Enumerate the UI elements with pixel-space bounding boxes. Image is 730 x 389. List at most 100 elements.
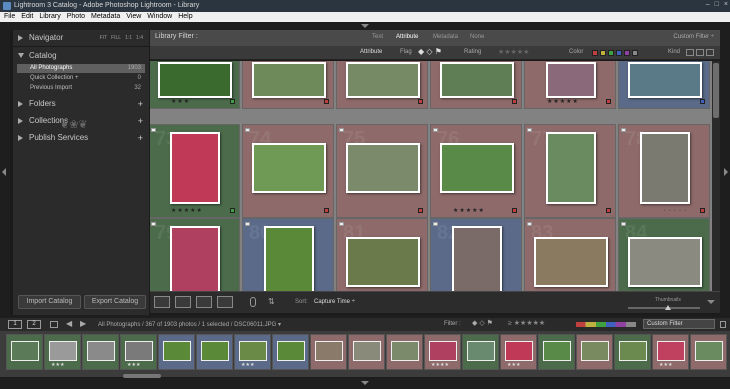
grid-cell[interactable]: 83 [524,218,616,291]
grid-cell[interactable] [336,61,428,109]
filmstrip-thumbnail[interactable] [657,341,685,361]
filmstrip-cell[interactable] [576,334,613,370]
rating-filter-stars[interactable]: ★★★★★ [498,48,529,56]
loupe-view-icon[interactable] [175,296,191,308]
photo-thumbnail[interactable] [546,132,596,204]
photo-thumbnail[interactable] [628,62,702,98]
filmstrip-cell[interactable]: ★★★ [44,334,81,370]
filmstrip-thumbnail[interactable] [429,341,457,361]
color-filter-swatches[interactable] [576,322,636,327]
zoom-fill[interactable]: FILL [111,30,121,46]
flag-icon[interactable] [527,128,532,132]
flag-icon[interactable] [433,222,438,226]
filmstrip-cell[interactable] [538,334,575,370]
grid-cell[interactable]: 77 [524,124,616,218]
grid-cell[interactable]: 76 ★★★★★ [430,124,522,218]
export-catalog-button[interactable]: Export Catalog [84,295,146,309]
compare-view-icon[interactable] [196,296,212,308]
close-button[interactable]: × [724,1,728,8]
collapse-left-icon[interactable] [2,168,6,176]
catalog-header[interactable]: Catalog [13,48,149,64]
zoom-fit[interactable]: FIT [100,30,108,46]
survey-view-icon[interactable] [217,296,233,308]
filmstrip-cell[interactable] [272,334,309,370]
filmstrip-thumbnail[interactable] [239,341,267,361]
grid-cell[interactable]: ★★★ [150,61,240,109]
filmstrip-cell[interactable]: ★★★ [234,334,271,370]
right-edge-strip[interactable] [720,30,730,315]
rating-filter-stars[interactable]: ≥ ★★★★★ [508,319,545,327]
filmstrip-cell[interactable]: ★★★★ [424,334,461,370]
filmstrip-thumbnail[interactable] [163,341,191,361]
secondary-window-button[interactable]: 2 [27,320,41,329]
color-swatch-blue[interactable] [616,50,622,56]
publish-services-header[interactable]: Publish Services + [13,130,149,146]
flag-icon[interactable] [339,128,344,132]
filmstrip-thumbnail[interactable] [277,341,305,361]
color-swatch-red[interactable] [592,50,598,56]
filmstrip-cell[interactable] [158,334,195,370]
kind-master-icon[interactable] [686,49,694,56]
bottom-panel-toggle-strip[interactable] [0,378,730,389]
grid-cell[interactable]: 81 [336,218,428,291]
grid-cell[interactable]: 80 [242,218,334,291]
grid-cell[interactable]: 73 ★★★★★ [150,124,240,218]
grid-cell[interactable]: 82 [430,218,522,291]
painter-icon[interactable] [250,297,256,307]
zoom-1-4[interactable]: 1:4 [136,30,143,46]
kind-virtual-icon[interactable] [696,49,704,56]
color-swatch-purple[interactable] [624,50,630,56]
kind-video-icon[interactable] [706,49,714,56]
filmstrip-cell[interactable] [690,334,727,370]
menu-view[interactable]: View [126,12,141,22]
flag-icon[interactable] [621,222,626,226]
filmstrip-cell[interactable] [310,334,347,370]
photo-thumbnail[interactable] [346,62,420,98]
menu-file[interactable]: File [4,12,15,22]
photo-thumbnail[interactable] [252,143,326,193]
filmstrip-cell[interactable] [386,334,423,370]
primary-window-button[interactable]: 1 [8,320,22,329]
filmstrip-cell[interactable] [82,334,119,370]
grid-cell[interactable]: 84 [618,218,710,291]
import-catalog-button[interactable]: Import Catalog [18,295,81,309]
photo-thumbnail[interactable] [158,62,232,98]
top-panel-toggle-strip[interactable] [0,22,730,30]
flag-icon[interactable] [245,128,250,132]
thumbnail-size-slider-knob[interactable] [665,305,671,310]
grid-shortcut-icon[interactable] [50,321,58,328]
grid-cell[interactable] [430,61,522,109]
grid-cell[interactable]: 74 [242,124,334,218]
menu-help[interactable]: Help [178,12,192,22]
catalog-item-all-photographs[interactable]: All Photographs 1903 [17,64,145,73]
grid-cell[interactable]: 75 [336,124,428,218]
filmstrip-thumbnail[interactable] [581,341,609,361]
menu-metadata[interactable]: Metadata [91,12,120,22]
tab-none[interactable]: None [470,34,484,40]
toolbar-menu-icon[interactable] [707,300,715,304]
filmstrip-thumbnail[interactable] [11,341,39,361]
grid-cell[interactable]: 78 • • • • • [618,124,710,218]
photo-thumbnail[interactable] [452,226,502,291]
sort-direction-icon[interactable]: ⇅ [268,297,275,306]
filter-lock-icon[interactable] [720,321,726,328]
filmstrip-cell[interactable]: ★★★ [120,334,157,370]
filmstrip-thumbnail[interactable] [125,341,153,361]
collapse-bottom-icon[interactable] [361,381,369,385]
grid-cell[interactable] [242,61,334,109]
collapse-top-icon[interactable] [361,24,369,28]
filmstrip-cell[interactable] [6,334,43,370]
photo-thumbnail[interactable] [346,143,420,193]
navigator-header[interactable]: Navigator FIT FILL 1:1 1:4 [13,30,149,46]
zoom-1-1[interactable]: 1:1 [125,30,132,46]
sort-dropdown[interactable]: Capture Time ÷ [314,299,355,305]
photo-thumbnail[interactable] [252,62,326,98]
menu-library[interactable]: Library [39,12,60,22]
grid-cell[interactable]: 79 [150,218,240,291]
catalog-item-previous-import[interactable]: Previous Import 32 [17,84,145,93]
color-swatch-yellow[interactable] [600,50,606,56]
filmstrip-thumbnail[interactable] [49,341,77,361]
filmstrip-cell[interactable] [462,334,499,370]
photo-thumbnail[interactable] [170,132,220,204]
filmstrip-thumbnail[interactable] [543,341,571,361]
